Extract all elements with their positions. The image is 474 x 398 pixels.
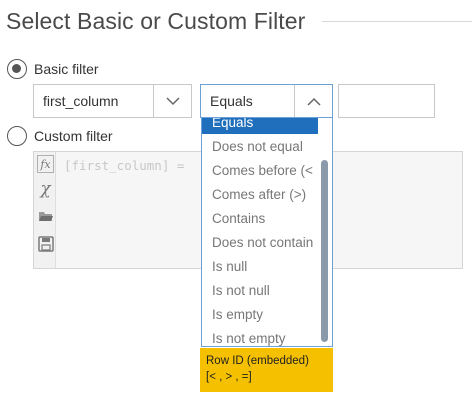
page-title: Select Basic or Custom Filter: [6, 8, 306, 34]
custom-filter-option[interactable]: Custom filter: [7, 126, 113, 146]
open-folder-icon[interactable]: [37, 206, 54, 226]
custom-filter-label: Custom filter: [34, 128, 113, 144]
operator-select[interactable]: Equals: [200, 84, 333, 118]
dropdown-option-is-not-null[interactable]: Is not null: [202, 278, 318, 302]
basic-filter-radio[interactable]: [7, 59, 27, 79]
column-tooltip: Row ID (embedded) [< , > , =]: [200, 348, 333, 392]
operator-dropdown-list[interactable]: Equals Does not equal Comes before (< Co…: [201, 117, 333, 347]
dropdown-option-comes-after[interactable]: Comes after (>): [202, 182, 318, 206]
dropdown-option-does-not-equal[interactable]: Does not equal: [202, 134, 318, 158]
editor-toolbar: fx χ: [34, 152, 56, 268]
dropdown-option-is-not-empty[interactable]: Is not empty: [202, 326, 318, 346]
chevron-up-icon[interactable]: [294, 85, 332, 117]
column-select-value: first_column: [43, 93, 119, 109]
dropdown-option-does-not-contain[interactable]: Does not contain: [202, 230, 318, 254]
column-select[interactable]: first_column: [33, 84, 192, 118]
dropdown-option-is-null[interactable]: Is null: [202, 254, 318, 278]
title-divider: [322, 21, 472, 22]
tooltip-line-1: Row ID (embedded): [206, 355, 309, 367]
svg-text:fx: fx: [39, 158, 51, 171]
custom-filter-expression: [first_column] =: [64, 158, 185, 173]
variable-icon[interactable]: χ: [37, 178, 54, 198]
tooltip-line-2: [< , > , =]: [206, 371, 252, 383]
dropdown-option-is-empty[interactable]: Is empty: [202, 302, 318, 326]
svg-text:χ: χ: [39, 179, 52, 198]
basic-filter-option[interactable]: Basic filter: [7, 59, 99, 79]
dropdown-option-equals[interactable]: Equals: [202, 118, 318, 134]
save-icon[interactable]: [37, 234, 54, 254]
filter-value-input[interactable]: [338, 84, 435, 118]
dropdown-option-comes-before[interactable]: Comes before (<: [202, 158, 318, 182]
operator-select-value: Equals: [210, 93, 253, 109]
dropdown-option-contains[interactable]: Contains: [202, 206, 318, 230]
chevron-down-icon[interactable]: [153, 85, 191, 117]
custom-filter-radio[interactable]: [7, 126, 27, 146]
basic-filter-label: Basic filter: [34, 61, 99, 77]
function-icon[interactable]: fx: [37, 154, 54, 174]
dropdown-scrollbar[interactable]: [321, 160, 328, 342]
